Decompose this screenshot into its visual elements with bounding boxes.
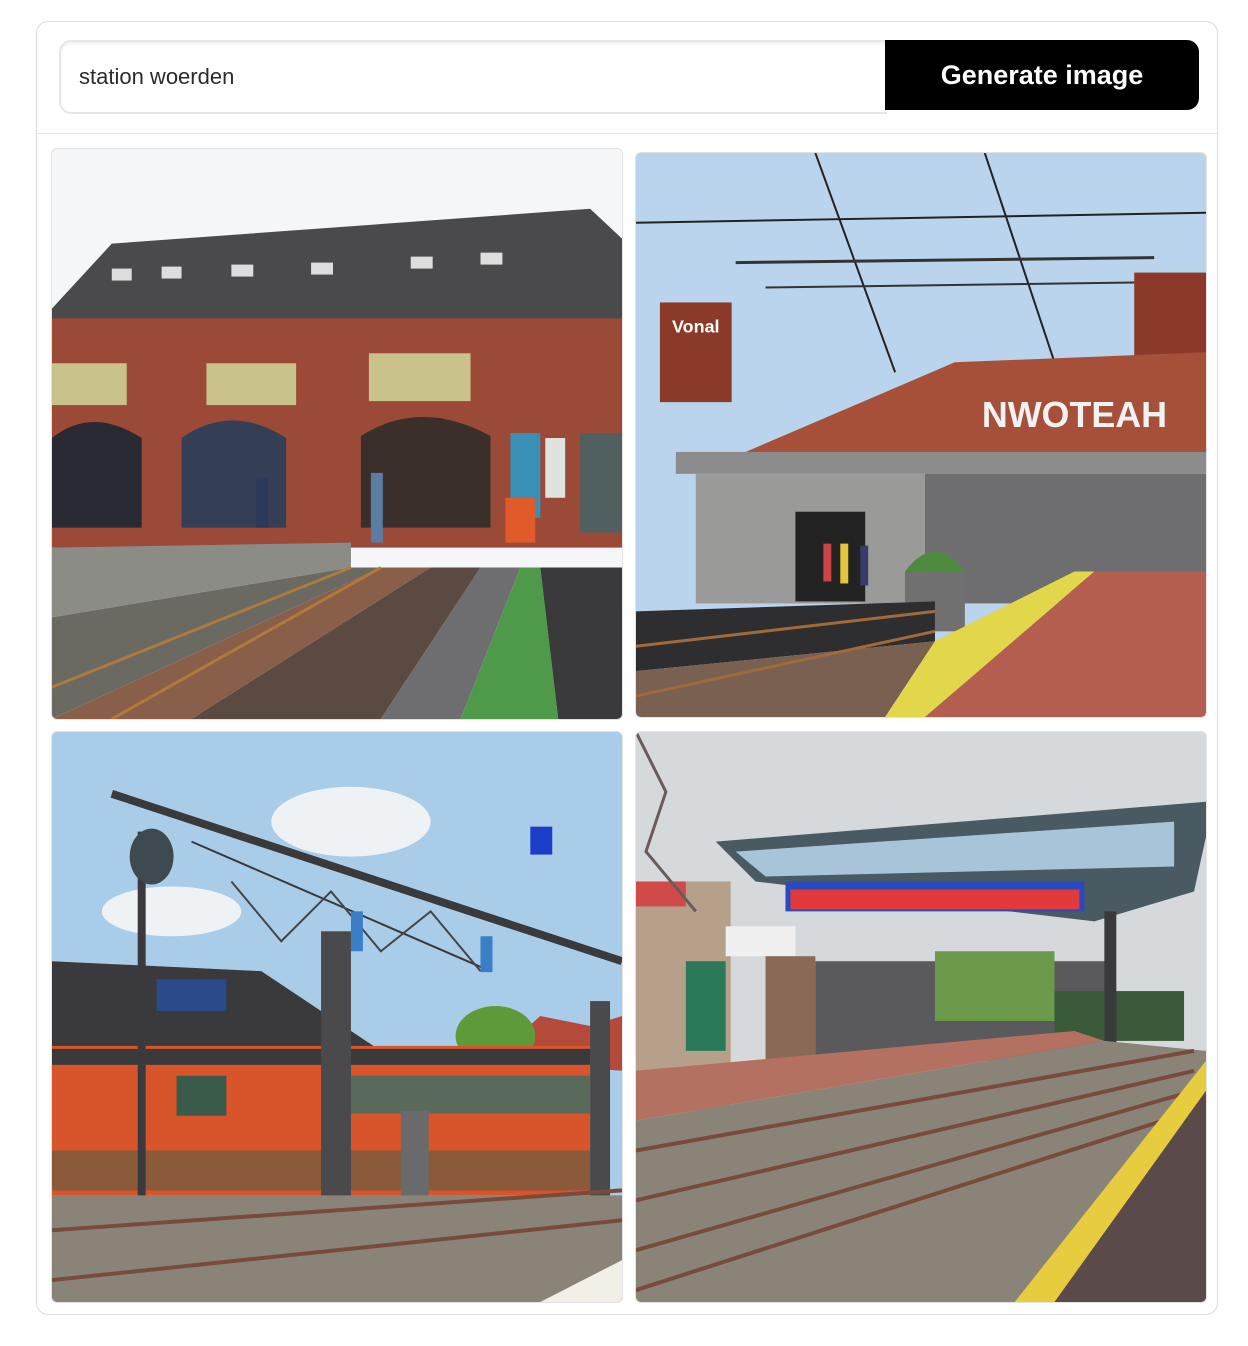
covered-platform-image — [636, 732, 1206, 1302]
generated-image-3[interactable] — [51, 731, 623, 1303]
generated-image-1[interactable] — [51, 148, 623, 720]
generated-image-2[interactable]: Vonal NWOTEAH — [635, 152, 1207, 718]
train-image — [52, 732, 622, 1302]
station-building-image — [52, 149, 622, 719]
generator-card: Generate image — [36, 21, 1218, 1315]
prompt-input[interactable] — [59, 40, 887, 114]
generated-image-4[interactable] — [635, 731, 1207, 1303]
station-sign-text: NWOTEAH — [982, 395, 1167, 435]
divider — [37, 133, 1217, 134]
station-platform-image: Vonal NWOTEAH — [636, 153, 1206, 717]
prompt-form: Generate image — [59, 40, 1199, 114]
board-text: Vonal — [672, 316, 719, 336]
generate-image-button[interactable]: Generate image — [885, 40, 1199, 110]
